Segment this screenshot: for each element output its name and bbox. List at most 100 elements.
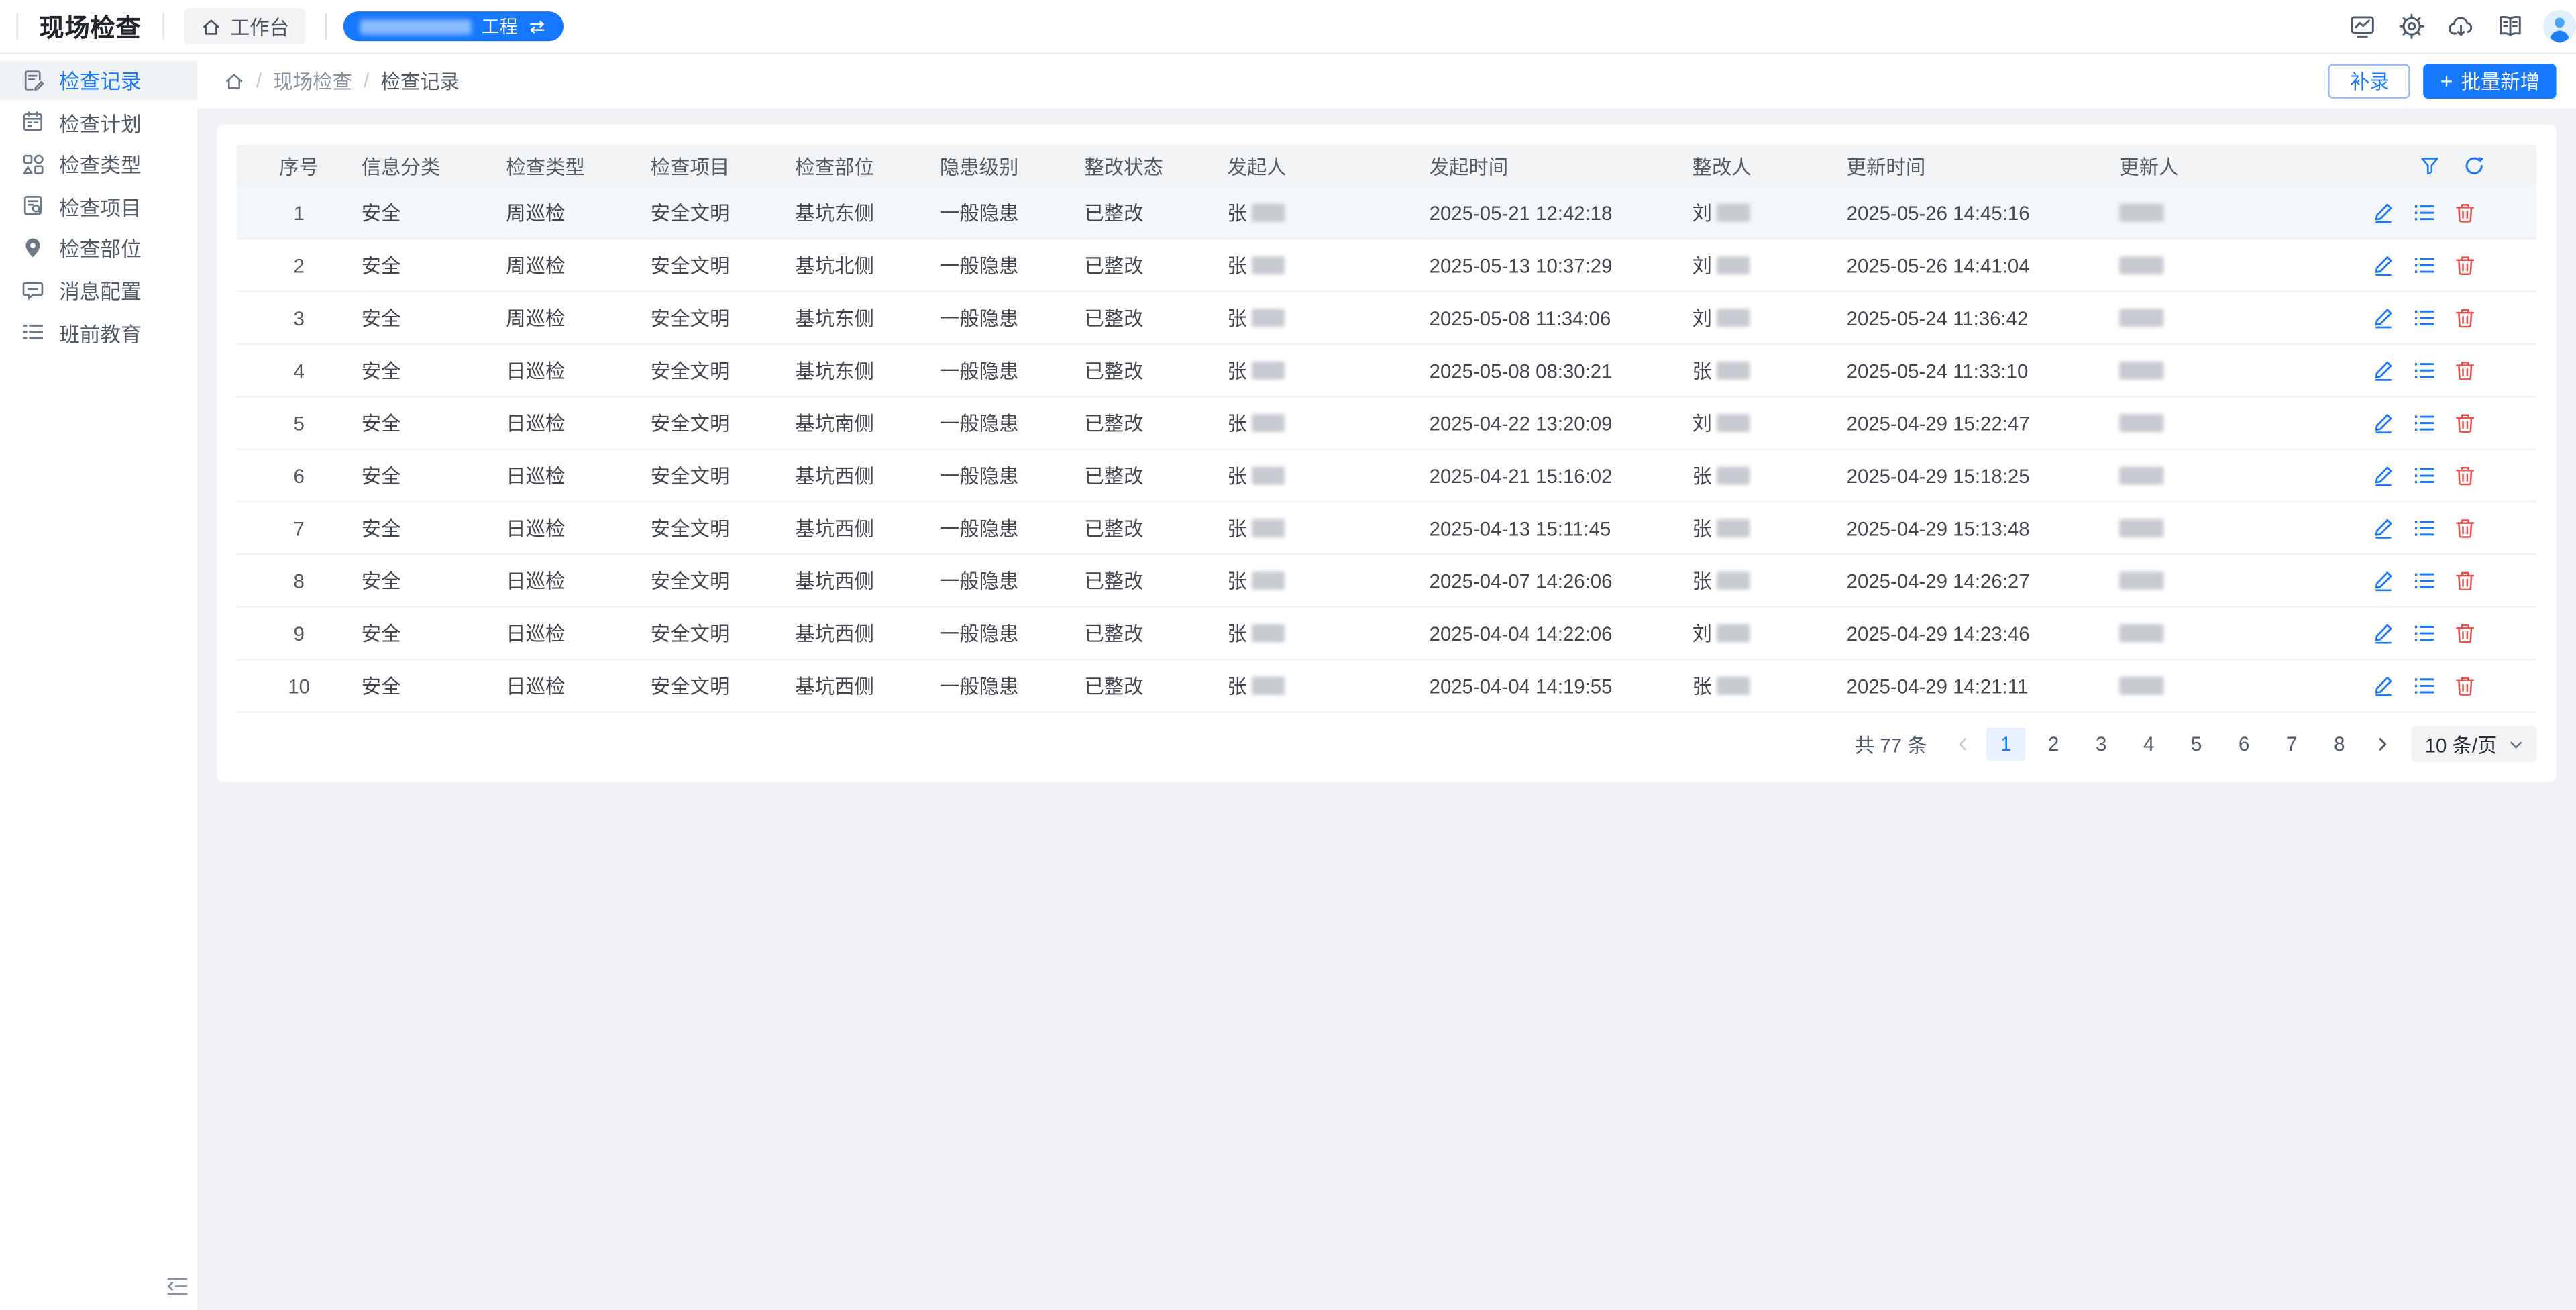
cell-check-part: 基坑南侧 [795, 396, 940, 449]
table-row[interactable]: 3安全周巡检安全文明基坑东侧一般隐患已整改张2025-05-08 11:34:0… [237, 292, 2537, 344]
detail-list-icon[interactable] [2414, 517, 2435, 539]
sidebar-item-检查部位[interactable]: 检查部位 [0, 228, 197, 268]
cell-actions [2366, 555, 2537, 607]
cell-updater [2119, 659, 2365, 712]
sidebar-item-检查计划[interactable]: 检查计划 [0, 102, 197, 142]
edit-icon[interactable] [2372, 307, 2394, 329]
page-button-7[interactable]: 7 [2272, 728, 2312, 761]
sidebar-item-检查类型[interactable]: 检查类型 [0, 144, 197, 184]
table-row[interactable]: 10安全日巡检安全文明基坑西侧一般隐患已整改张2025-04-04 14:19:… [237, 659, 2537, 712]
edit-icon[interactable] [2372, 255, 2394, 276]
workbench-button[interactable]: 工作台 [184, 8, 305, 44]
detail-list-icon[interactable] [2414, 307, 2435, 329]
cell-initiator: 张 [1227, 555, 1429, 607]
sidebar-collapse-icon[interactable] [164, 1272, 191, 1299]
cell-check-part: 基坑西侧 [795, 555, 940, 607]
table-row[interactable]: 6安全日巡检安全文明基坑西侧一般隐患已整改张2025-04-21 15:16:0… [237, 449, 2537, 502]
sidebar-item-label: 消息配置 [59, 274, 141, 306]
edit-icon[interactable] [2372, 570, 2394, 592]
sidebar-item-label: 检查计划 [59, 106, 141, 138]
page-size-select[interactable]: 10 条/页 [2412, 726, 2536, 762]
detail-list-icon[interactable] [2414, 413, 2435, 434]
app-title: 现场检查 [40, 9, 142, 43]
monitor-chart-icon[interactable] [2349, 13, 2375, 40]
delete-icon[interactable] [2455, 517, 2476, 539]
detail-list-icon[interactable] [2414, 255, 2435, 276]
handbook-icon[interactable] [2497, 13, 2523, 40]
edit-icon[interactable] [2372, 622, 2394, 644]
page-button-1[interactable]: 1 [1986, 728, 2026, 761]
settings-gear-icon[interactable] [2399, 13, 2425, 40]
batch-add-button[interactable]: + 批量新增 [2424, 63, 2556, 97]
cell-hazard-level: 一般隐患 [940, 344, 1085, 396]
breadcrumb-root[interactable]: 现场检查 [273, 66, 352, 95]
sidebar: 检查记录检查计划检查类型检查项目检查部位消息配置班前教育 [0, 52, 197, 1310]
delete-icon[interactable] [2455, 255, 2476, 276]
page-button-2[interactable]: 2 [2034, 728, 2074, 761]
delete-icon[interactable] [2455, 622, 2476, 644]
supplement-button[interactable]: 补录 [2328, 63, 2410, 97]
table-row[interactable]: 9安全日巡检安全文明基坑西侧一般隐患已整改张2025-04-04 14:22:0… [237, 607, 2537, 659]
refresh-icon[interactable] [2463, 156, 2483, 176]
sidebar-item-检查项目[interactable]: 检查项目 [0, 186, 197, 226]
delete-icon[interactable] [2455, 675, 2476, 697]
table-row[interactable]: 1安全周巡检安全文明基坑东侧一般隐患已整改张2025-05-21 12:42:1… [237, 187, 2537, 239]
project-switcher[interactable]: 工程 [343, 11, 564, 41]
column-header: 检查项目 [651, 145, 796, 188]
cell-category: 安全 [362, 607, 506, 659]
home-icon[interactable] [223, 70, 245, 91]
cell-check-type: 日巡检 [506, 449, 651, 502]
cell-no: 10 [237, 659, 362, 712]
delete-icon[interactable] [2455, 413, 2476, 434]
cloud-download-icon[interactable] [2448, 13, 2474, 40]
detail-list-icon[interactable] [2414, 622, 2435, 644]
cell-hazard-level: 一般隐患 [940, 292, 1085, 344]
redacted-text [1252, 519, 1285, 537]
page-button-6[interactable]: 6 [2224, 728, 2264, 761]
delete-icon[interactable] [2455, 360, 2476, 381]
edit-icon[interactable] [2372, 517, 2394, 539]
table-row[interactable]: 8安全日巡检安全文明基坑西侧一般隐患已整改张2025-04-07 14:26:0… [237, 555, 2537, 607]
delete-icon[interactable] [2455, 202, 2476, 223]
page-button-4[interactable]: 4 [2129, 728, 2169, 761]
edit-icon[interactable] [2372, 413, 2394, 434]
page-button-8[interactable]: 8 [2320, 728, 2359, 761]
table-body: 1安全周巡检安全文明基坑东侧一般隐患已整改张2025-05-21 12:42:1… [237, 187, 2537, 712]
edit-icon[interactable] [2372, 675, 2394, 697]
detail-list-icon[interactable] [2414, 675, 2435, 697]
cell-initiated-at: 2025-05-13 10:37:29 [1430, 239, 1693, 291]
delete-icon[interactable] [2455, 570, 2476, 592]
breadcrumb-current: 检查记录 [380, 66, 460, 95]
redacted-text [1252, 624, 1285, 643]
next-page-icon[interactable] [2369, 728, 2395, 761]
edit-icon[interactable] [2372, 360, 2394, 381]
sidebar-item-消息配置[interactable]: 消息配置 [0, 270, 197, 310]
detail-list-icon[interactable] [2414, 202, 2435, 223]
column-header: 序号 [237, 145, 362, 188]
table-row[interactable]: 2安全周巡检安全文明基坑北侧一般隐患已整改张2025-05-13 10:37:2… [237, 239, 2537, 291]
edit-icon[interactable] [2372, 202, 2394, 223]
inspection-record-icon [21, 68, 44, 91]
delete-icon[interactable] [2455, 465, 2476, 486]
table-row[interactable]: 5安全日巡检安全文明基坑南侧一般隐患已整改张2025-04-22 13:20:0… [237, 396, 2537, 449]
delete-icon[interactable] [2455, 307, 2476, 329]
user-avatar[interactable] [2543, 10, 2576, 43]
page-button-3[interactable]: 3 [2082, 728, 2121, 761]
detail-list-icon[interactable] [2414, 465, 2435, 486]
cell-check-item: 安全文明 [651, 607, 796, 659]
edit-icon[interactable] [2372, 465, 2394, 486]
cell-category: 安全 [362, 659, 506, 712]
prev-page-icon[interactable] [1950, 728, 1976, 761]
sidebar-item-检查记录[interactable]: 检查记录 [0, 60, 197, 100]
table-row[interactable]: 4安全日巡检安全文明基坑东侧一般隐患已整改张2025-05-08 08:30:2… [237, 344, 2537, 396]
page-button-5[interactable]: 5 [2177, 728, 2216, 761]
cell-status: 已整改 [1084, 449, 1227, 502]
detail-list-icon[interactable] [2414, 570, 2435, 592]
table-row[interactable]: 7安全日巡检安全文明基坑西侧一般隐患已整改张2025-04-13 15:11:4… [237, 502, 2537, 554]
detail-list-icon[interactable] [2414, 360, 2435, 381]
cell-rectifier: 刘 [1692, 396, 1846, 449]
filter-icon[interactable] [2419, 156, 2438, 176]
cell-initiated-at: 2025-05-08 11:34:06 [1430, 292, 1693, 344]
cell-check-item: 安全文明 [651, 659, 796, 712]
sidebar-item-班前教育[interactable]: 班前教育 [0, 313, 197, 352]
